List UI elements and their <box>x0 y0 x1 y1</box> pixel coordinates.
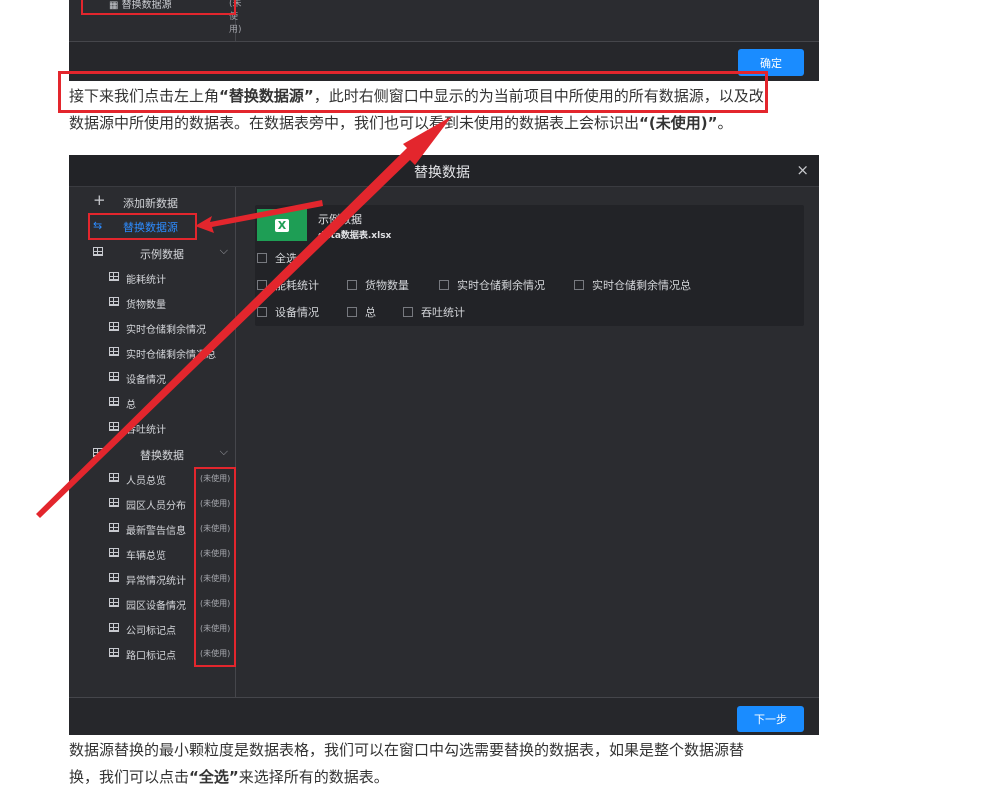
annotation-arrows <box>36 116 452 518</box>
article-page: ▦ 替换数据源 (未使用) 确定 接下来我们点击左上角“替换数据源”，此时右侧窗… <box>0 0 981 801</box>
arrow-to-highlight <box>36 116 452 518</box>
arrow-to-replace-item <box>195 200 323 233</box>
